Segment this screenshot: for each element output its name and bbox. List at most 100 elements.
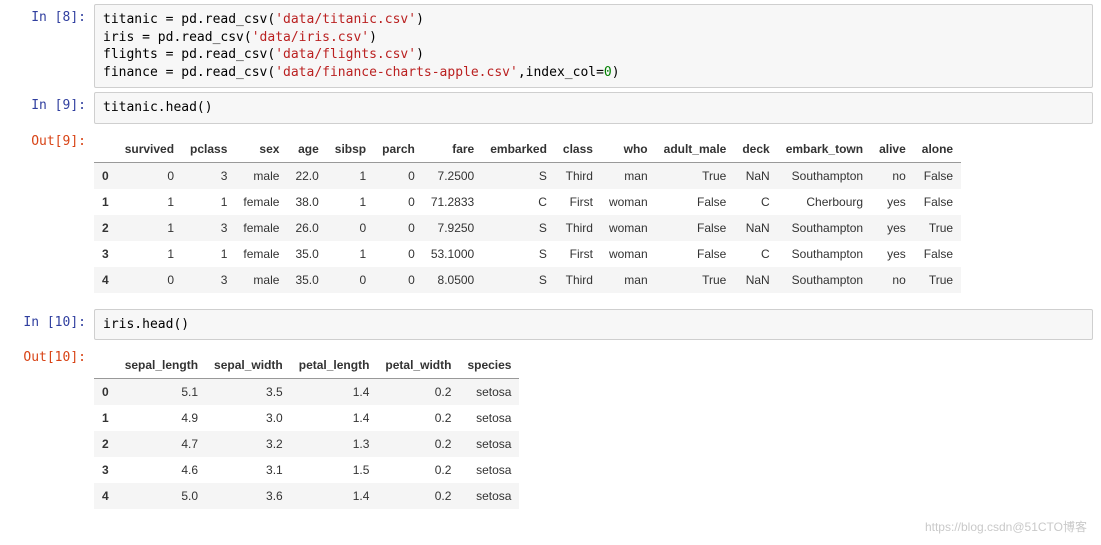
table-cell: 1 [327,189,374,215]
cell-output: Out[10]:sepal_lengthsepal_widthpetal_len… [8,344,1093,521]
code-text: titanic = pd.read_csv( [103,12,275,27]
table-row: 14.93.01.40.2setosa [94,405,519,431]
table-cell: 53.1000 [423,241,482,267]
code-text: ) [416,47,424,62]
table-cell: 1.4 [291,483,378,509]
code-text: titanic.head() [103,100,213,115]
table-cell: 0 [374,189,423,215]
table-cell: 3.0 [206,405,291,431]
table-cell: C [734,241,777,267]
table-cell: False [914,241,961,267]
table-cell: 1.3 [291,431,378,457]
table-cell: setosa [459,457,519,483]
table-cell: C [734,189,777,215]
row-index: 0 [94,379,117,406]
row-index: 4 [94,267,117,293]
column-header: sepal_width [206,352,291,379]
table-cell: 3.2 [206,431,291,457]
table-cell: setosa [459,405,519,431]
table-cell: 1 [117,241,182,267]
column-header: age [287,136,326,163]
code-text: ) [416,12,424,27]
code-text: 'data/flights.csv' [275,47,416,62]
table-cell: False [656,189,735,215]
table-cell: no [871,267,914,293]
table-cell: 0 [327,215,374,241]
code-cell[interactable]: titanic.head() [94,92,1093,124]
table-cell: 0 [117,267,182,293]
row-index: 1 [94,405,117,431]
table-row: 24.73.21.30.2setosa [94,431,519,457]
column-header: embark_town [778,136,871,163]
table-cell: 71.2833 [423,189,482,215]
in-prompt: In [8]: [8,4,94,88]
row-index: 4 [94,483,117,509]
table-cell: yes [871,241,914,267]
column-header: alive [871,136,914,163]
table-cell: False [656,215,735,241]
output-area: survivedpclasssexagesibspparchfareembark… [94,128,1093,305]
table-row: 111female38.01071.2833CFirstwomanFalseCC… [94,189,961,215]
table-cell: 4.7 [117,431,206,457]
table-cell: False [914,162,961,189]
table-cell: 26.0 [287,215,326,241]
table-cell: First [555,189,601,215]
table-cell: woman [601,241,656,267]
row-index: 3 [94,241,117,267]
table-cell: yes [871,189,914,215]
table-cell: 7.9250 [423,215,482,241]
table-cell: 0.2 [377,457,459,483]
table-cell: True [914,215,961,241]
row-index: 1 [94,189,117,215]
table-cell: 7.2500 [423,162,482,189]
table-cell: 0.2 [377,483,459,509]
cell-input: In [8]:titanic = pd.read_csv('data/titan… [8,4,1093,88]
table-cell: 0 [117,162,182,189]
column-header: fare [423,136,482,163]
column-header: species [459,352,519,379]
table-cell: no [871,162,914,189]
code-text: iris.head() [103,317,189,332]
table-cell: 35.0 [287,267,326,293]
table-cell: False [914,189,961,215]
table-cell: S [482,267,555,293]
code-text: iris = pd.read_csv( [103,30,252,45]
table-row: 003male22.0107.2500SThirdmanTrueNaNSouth… [94,162,961,189]
table-cell: 3.5 [206,379,291,406]
table-cell: yes [871,215,914,241]
table-cell: S [482,241,555,267]
table-cell: male [235,162,287,189]
table-cell: 35.0 [287,241,326,267]
row-index: 2 [94,431,117,457]
table-cell: 3 [182,267,235,293]
table-cell: 0 [327,267,374,293]
row-index: 3 [94,457,117,483]
code-cell[interactable]: iris.head() [94,309,1093,341]
table-cell: 1.5 [291,457,378,483]
column-header: parch [374,136,423,163]
out-prompt: Out[9]: [8,128,94,305]
table-cell: Southampton [778,241,871,267]
table-cell: 1.4 [291,405,378,431]
row-index: 2 [94,215,117,241]
code-cell[interactable]: titanic = pd.read_csv('data/titanic.csv'… [94,4,1093,88]
table-cell: man [601,162,656,189]
table-cell: female [235,241,287,267]
output-area: sepal_lengthsepal_widthpetal_lengthpetal… [94,344,1093,521]
column-header [94,352,117,379]
table-cell: Cherbourg [778,189,871,215]
table-cell: 0 [374,241,423,267]
column-header: sepal_length [117,352,206,379]
table-cell: female [235,189,287,215]
cell-input: In [9]:titanic.head() [8,92,1093,124]
table-cell: False [656,241,735,267]
table-cell: First [555,241,601,267]
table-cell: 3.1 [206,457,291,483]
table-cell: 0 [374,215,423,241]
column-header: pclass [182,136,235,163]
table-cell: S [482,215,555,241]
table-cell: 3.6 [206,483,291,509]
cell-input: In [10]:iris.head() [8,309,1093,341]
table-cell: 1 [182,241,235,267]
dataframe-table: sepal_lengthsepal_widthpetal_lengthpetal… [94,352,519,509]
